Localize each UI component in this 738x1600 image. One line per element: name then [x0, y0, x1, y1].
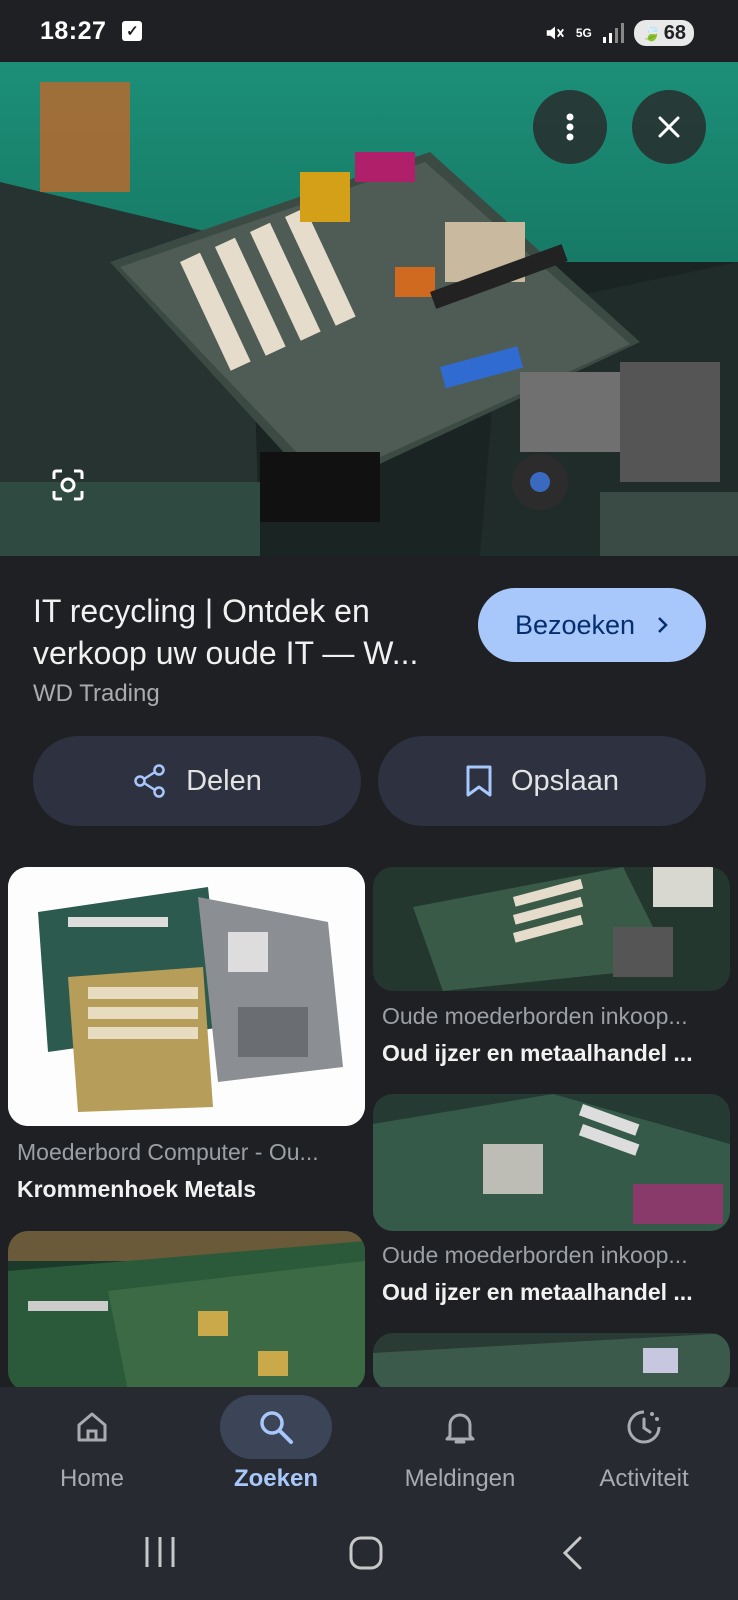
search-icon: [260, 1411, 293, 1444]
nav-search-label: Zoeken: [233, 1465, 319, 1492]
status-icons: 5G 🍃 68: [544, 20, 694, 46]
status-time: 18:27: [40, 16, 107, 45]
back-icon[interactable]: [560, 1535, 584, 1571]
lens-button[interactable]: [50, 467, 86, 503]
bottom-navigation: Home Zoeken Meldingen Activiteit: [0, 1387, 738, 1507]
nav-search[interactable]: Zoeken: [184, 1387, 368, 1507]
related-caption-1[interactable]: Moederbord Computer - Ou...: [17, 1139, 357, 1166]
motherboards-white-bg-image: [8, 867, 365, 1126]
recent-apps-icon[interactable]: [143, 1535, 177, 1569]
network-type: 5G: [575, 26, 592, 40]
bookmark-icon: [466, 765, 492, 797]
mute-icon: [546, 26, 564, 40]
nav-activity[interactable]: Activiteit: [552, 1387, 736, 1507]
motherboard-green-image: [373, 867, 730, 991]
lens-icon: [52, 469, 84, 501]
related-source-3[interactable]: Oud ijzer en metaalhandel ...: [382, 1279, 722, 1306]
related-image-3[interactable]: [373, 1094, 730, 1231]
motherboard-pile-image-2: [373, 1094, 730, 1231]
hero-image[interactable]: [0, 62, 738, 556]
bell-icon: [445, 1413, 475, 1444]
activity-icon: [627, 1410, 661, 1444]
motherboard-stack-image: [8, 1231, 365, 1391]
status-bar: 18:27 ✓ 5G 🍃 68: [0, 0, 738, 62]
signal-icon: [602, 23, 624, 43]
share-label: Delen: [186, 764, 262, 797]
related-image-4[interactable]: [8, 1231, 365, 1391]
battery-saver-icon: 🍃: [641, 25, 662, 42]
more-options-button[interactable]: [533, 90, 607, 164]
result-title[interactable]: IT recycling | Ontdek en verkoop uw oude…: [33, 590, 453, 674]
nav-notifications-label: Meldingen: [404, 1465, 516, 1492]
close-icon: [658, 116, 680, 138]
nav-notifications[interactable]: Meldingen: [368, 1387, 552, 1507]
save-button[interactable]: Opslaan: [378, 736, 706, 826]
related-source-2[interactable]: Oud ijzer en metaalhandel ...: [382, 1040, 722, 1067]
nav-home[interactable]: Home: [0, 1387, 184, 1507]
visit-label: Bezoeken: [514, 609, 636, 640]
home-system-icon[interactable]: [348, 1535, 384, 1571]
home-icon: [77, 1412, 107, 1442]
related-caption-2[interactable]: Oude moederborden inkoop...: [382, 1003, 722, 1030]
nav-home-label: Home: [59, 1465, 125, 1492]
battery-indicator: 🍃 68: [633, 20, 694, 46]
related-image-1[interactable]: [8, 867, 365, 1126]
related-source-1[interactable]: Krommenhoek Metals: [17, 1176, 357, 1203]
checkbox-notification-icon: ✓: [122, 21, 143, 41]
nav-activity-label: Activiteit: [599, 1465, 689, 1492]
motherboard-pile-image: [0, 62, 738, 556]
system-navigation-bar: [0, 1507, 738, 1600]
save-label: Opslaan: [510, 764, 619, 797]
close-button[interactable]: [632, 90, 706, 164]
motherboard-partial-image: [373, 1333, 730, 1391]
related-caption-3[interactable]: Oude moederborden inkoop...: [382, 1242, 722, 1269]
chevron-right-icon: [658, 617, 668, 633]
share-button[interactable]: Delen: [33, 736, 361, 826]
more-vert-icon: [566, 113, 574, 141]
related-image-2[interactable]: [373, 867, 730, 991]
share-icon: [134, 764, 165, 798]
battery-level: 68: [663, 21, 686, 44]
related-image-5[interactable]: [373, 1333, 730, 1391]
result-source: WD Trading: [33, 680, 160, 707]
visit-button[interactable]: Bezoeken: [478, 588, 706, 662]
